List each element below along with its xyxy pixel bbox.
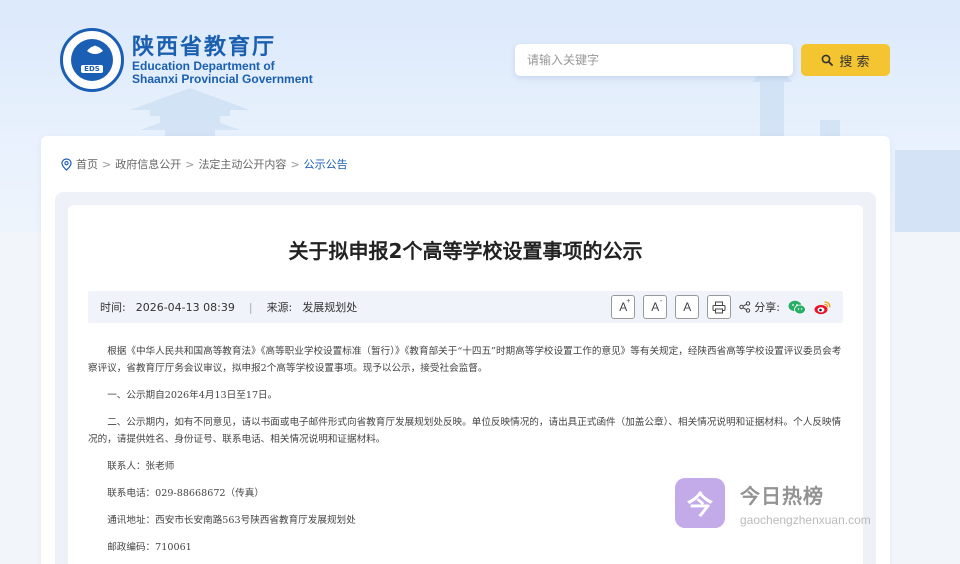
article-title: 关于拟申报2个高等学校设置事项的公示 (288, 239, 643, 263)
department-seal-icon: EDS (60, 28, 124, 92)
article-tools: A + A- A 分享: (611, 295, 831, 319)
source-label: 来源: (266, 301, 293, 314)
logo-title-en-2: Shaanxi Provincial Government (132, 72, 313, 86)
breadcrumb-separator: > (290, 157, 300, 171)
breadcrumb-statutory[interactable]: 法定主动公开内容 (198, 156, 286, 172)
meta-divider: | (248, 300, 253, 314)
breadcrumb-gov-info[interactable]: 政府信息公开 (115, 156, 181, 172)
article-paragraph: 一、公示期自2026年4月13日至17日。 (107, 390, 278, 401)
search-button-label: 搜 索 (839, 54, 870, 70)
breadcrumb-current[interactable]: 公示公告 (304, 156, 348, 172)
breadcrumb: 首页 > 政府信息公开 > 法定主动公开内容 > 公示公告 (61, 156, 348, 172)
breadcrumb-home[interactable]: 首页 (76, 156, 98, 172)
logo-title-cn: 陕西省教育厅 (132, 34, 277, 60)
article-paragraph: 根据《中华人民共和国高等教育法》《高等职业学校设置标准（暂行）》《教育部关于“十… (88, 346, 842, 374)
contact-person: 联系人：张老师 (107, 461, 175, 472)
weibo-share-icon[interactable] (814, 300, 831, 315)
article-paragraph: 二、公示期内，如有不同意见，请以书面或电子邮件形式向省教育厅发展规划处反映。单位… (88, 417, 842, 445)
breadcrumb-separator: > (185, 157, 195, 171)
watermark-domain: gaochengzhenxuan.com (740, 512, 871, 527)
article-body: 根据《中华人民共和国高等教育法》《高等职业学校设置标准（暂行）》《教育部关于“十… (88, 343, 843, 564)
printer-icon (712, 301, 726, 313)
font-decrease-label: A (651, 300, 660, 314)
watermark: 今 今日热榜 gaochengzhenxuan.com (675, 478, 871, 528)
time-value: 2026-04-13 08:39 (135, 300, 235, 314)
print-button[interactable] (707, 295, 732, 319)
share-label: 分享: (739, 299, 780, 315)
font-decrease-button[interactable]: A- (643, 295, 668, 319)
font-increase-button[interactable]: A + (611, 295, 636, 319)
font-reset-button[interactable]: A (675, 295, 700, 319)
search-button[interactable]: 搜 索 (801, 44, 890, 76)
time-label: 时间: (100, 301, 126, 314)
article-meta-bar: 时间: 2026-04-13 08:39 | 来源: 发展规划处 A + A- A (88, 291, 843, 323)
share-label-text: 分享: (754, 301, 780, 314)
share-icon (739, 301, 751, 313)
source-value: 发展规划处 (302, 301, 358, 314)
wechat-share-icon[interactable] (788, 300, 806, 315)
breadcrumb-separator: > (102, 157, 112, 171)
postal-code: 邮政编码：710061 (107, 542, 192, 553)
location-pin-icon (61, 157, 72, 171)
watermark-logo-icon: 今 (675, 478, 725, 528)
font-reset-label: A (683, 300, 692, 314)
search-icon (822, 54, 834, 66)
search-input[interactable] (515, 44, 793, 76)
watermark-title: 今日热榜 (740, 483, 824, 508)
site-logo[interactable]: EDS 陕西省教育厅 Education Department of Shaan… (60, 28, 313, 92)
